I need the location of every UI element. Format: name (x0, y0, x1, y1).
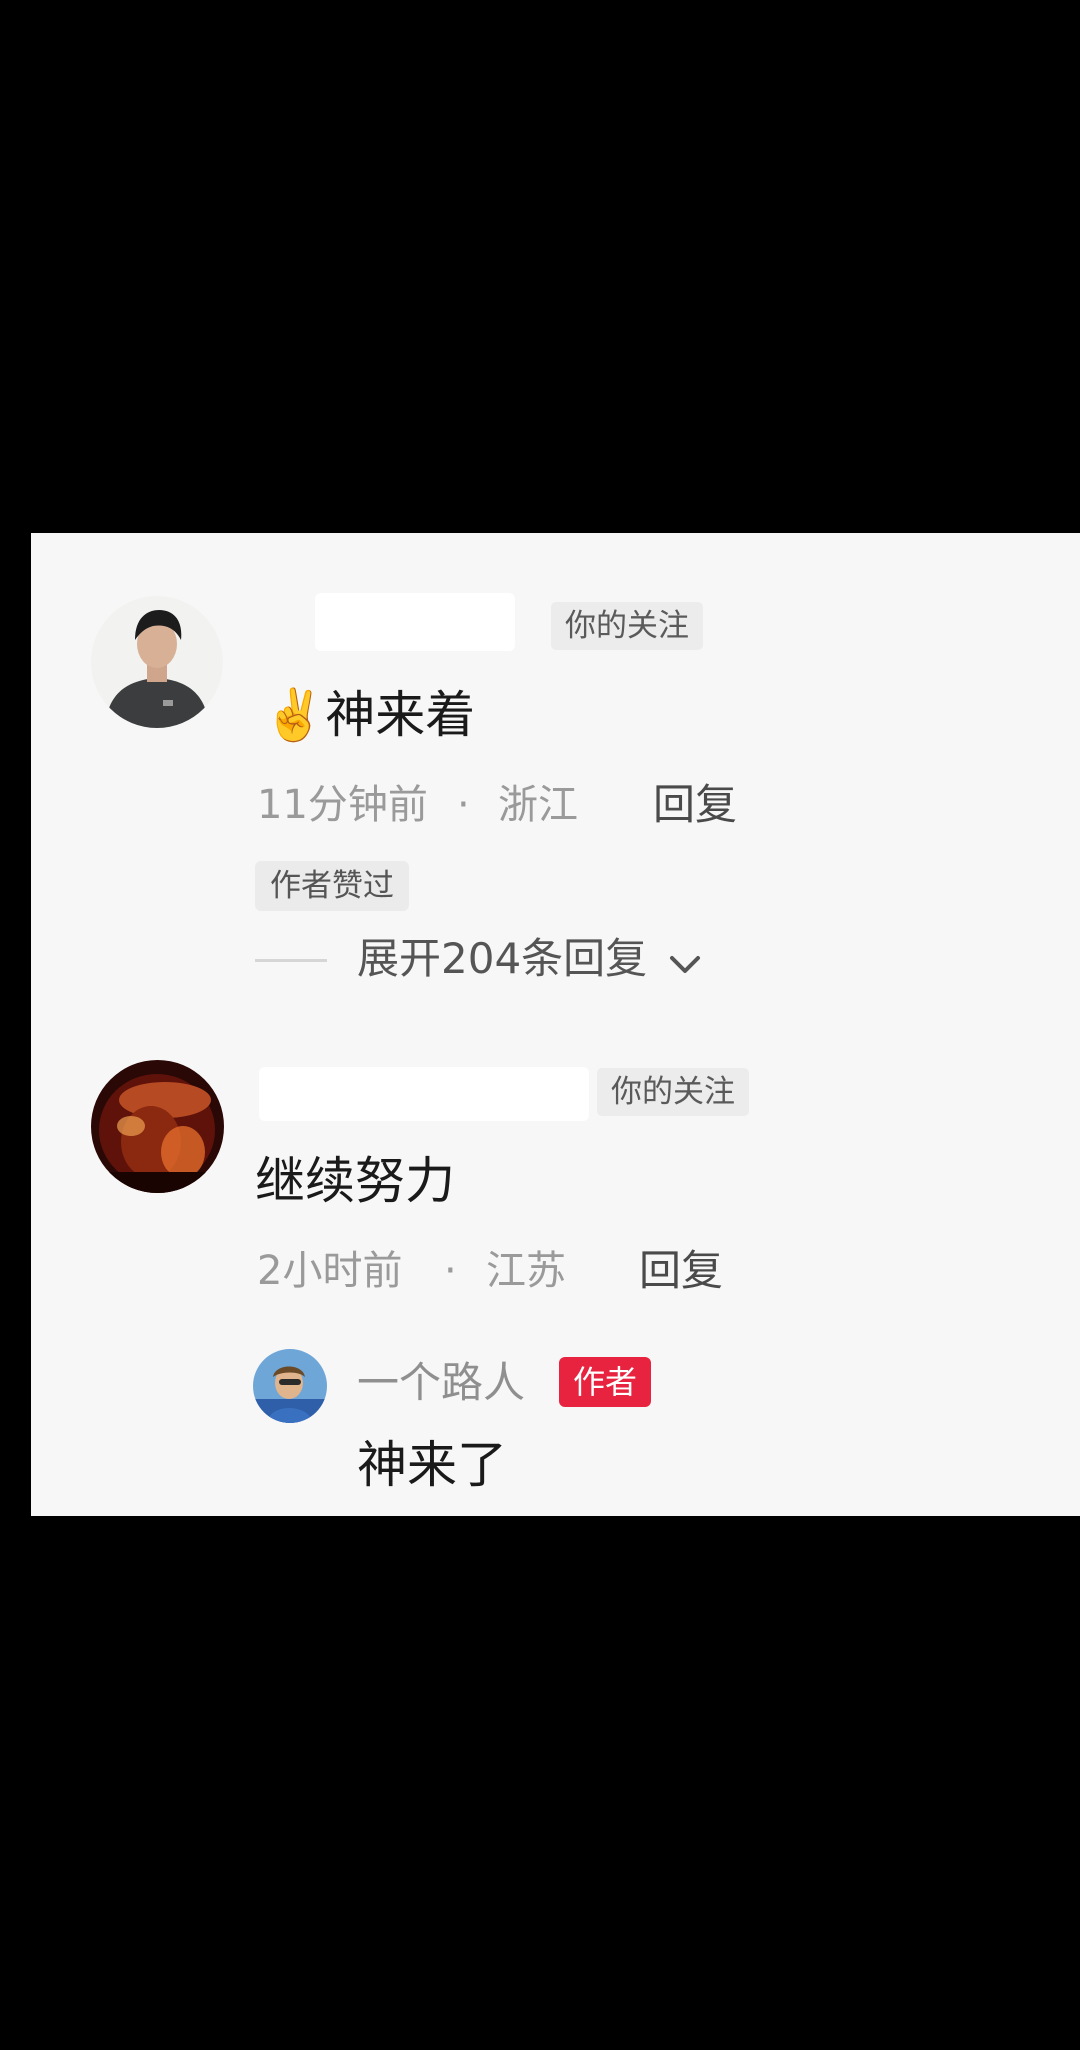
comment-text: ✌️神来着 (263, 683, 475, 747)
avatar-photo (91, 1060, 224, 1193)
username-redacted[interactable] (259, 1067, 589, 1121)
reply-avatar[interactable] (253, 1349, 327, 1423)
expand-replies-label: 展开204条回复 (357, 934, 648, 983)
meta-separator: · (457, 782, 470, 828)
follow-tag: 你的关注 (551, 602, 703, 650)
reply-text: 神来了 (357, 1436, 507, 1494)
comment-panel: 你的关注 ✌️神来着 11分钟前 · 浙江 回复 作者赞过 展开204条回复 你… (31, 533, 1080, 1516)
comment-location: 浙江 (498, 782, 578, 828)
comment-location: 江苏 (486, 1248, 566, 1294)
avatar-photo (91, 596, 223, 728)
avatar[interactable] (91, 1060, 224, 1193)
expand-divider (255, 959, 327, 962)
follow-tag: 你的关注 (597, 1068, 749, 1116)
reply-username[interactable]: 一个路人 (357, 1355, 525, 1411)
chevron-down-icon (667, 934, 703, 990)
meta-separator: · (444, 1248, 457, 1294)
reply-button[interactable]: 回复 (653, 779, 737, 831)
comment-time: 2小时前 (257, 1248, 403, 1294)
comment-time: 11分钟前 (257, 782, 428, 828)
avatar-photo (253, 1349, 327, 1423)
author-badge: 作者 (559, 1357, 652, 1407)
avatar[interactable] (91, 596, 223, 728)
author-liked-badge: 作者赞过 (255, 861, 409, 911)
comment-body: 继续努力 (255, 1152, 455, 1210)
expand-replies-button[interactable]: 展开204条回复 (357, 931, 703, 990)
username-redacted[interactable] (315, 593, 515, 651)
reply-button[interactable]: 回复 (639, 1245, 723, 1297)
comment-body: 神来着 (325, 686, 476, 744)
victory-hand-emoji: ✌️ (263, 686, 326, 744)
